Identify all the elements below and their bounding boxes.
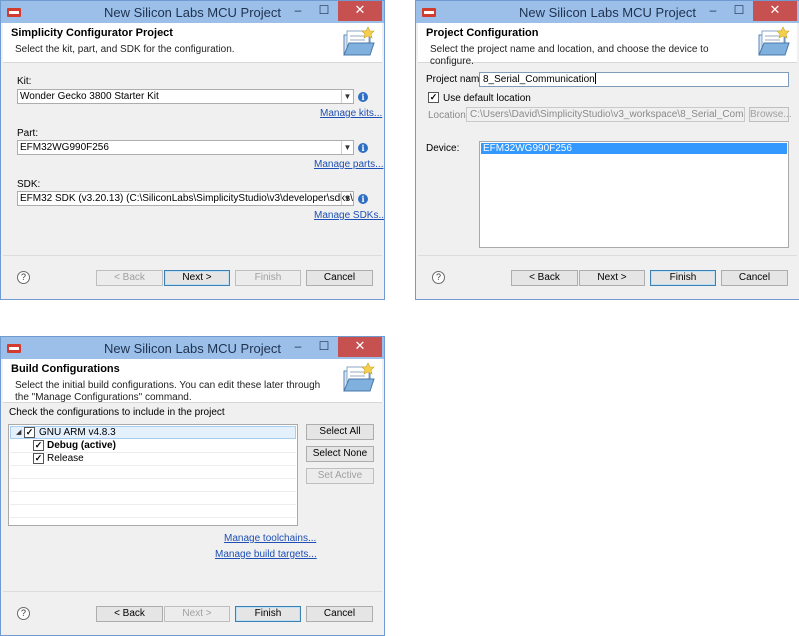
banner-description: Select the project name and location, an… bbox=[430, 44, 709, 67]
tree-row-toolchain[interactable]: ◢ ✓ GNU ARM v4.8.3 bbox=[10, 426, 296, 439]
close-button[interactable]: ✕ bbox=[338, 337, 382, 357]
wizard-banner: Simplicity Configurator Project Select t… bbox=[3, 23, 382, 63]
next-button[interactable]: Next > bbox=[164, 270, 230, 286]
maximize-button[interactable]: ☐ bbox=[312, 337, 336, 357]
kit-value: Wonder Gecko 3800 Starter Kit bbox=[20, 91, 159, 102]
minimize-button[interactable]: – bbox=[286, 1, 310, 21]
next-button[interactable]: Next > bbox=[164, 606, 230, 622]
instruction-text: Check the configurations to include in t… bbox=[9, 407, 225, 418]
release-label: Release bbox=[47, 453, 84, 464]
title-bar[interactable]: New Silicon Labs MCU Project – ☐ ✕ bbox=[1, 337, 384, 359]
toolchain-checkbox[interactable]: ✓ bbox=[24, 427, 35, 438]
finish-button[interactable]: Finish bbox=[235, 270, 301, 286]
wizard-folder-icon bbox=[758, 26, 790, 56]
build-config-tree[interactable]: ◢ ✓ GNU ARM v4.8.3 ✓ Debug (active) ✓ Re… bbox=[8, 424, 298, 526]
set-active-button[interactable]: Set Active bbox=[306, 468, 374, 484]
collapse-arrow-icon[interactable]: ◢ bbox=[16, 428, 21, 436]
banner-description: Select the initial build configurations.… bbox=[15, 380, 321, 403]
release-checkbox[interactable]: ✓ bbox=[33, 453, 44, 464]
device-list-item[interactable]: EFM32WG990F256 bbox=[481, 143, 787, 154]
sdk-label: SDK: bbox=[17, 179, 41, 190]
part-value: EFM32WG990F256 bbox=[20, 142, 109, 153]
wizard-folder-icon bbox=[343, 26, 375, 56]
manage-kits-link[interactable]: Manage kits... bbox=[320, 108, 382, 119]
sdk-select[interactable]: EFM32 SDK (v3.20.13) (C:\SiliconLabs\Sim… bbox=[17, 191, 354, 206]
wizard-banner: Build Configurations Select the initial … bbox=[3, 359, 382, 403]
chevron-down-icon: ▼ bbox=[341, 192, 353, 205]
banner-title: Simplicity Configurator Project bbox=[11, 27, 173, 39]
tree-row-empty bbox=[10, 505, 296, 518]
title-bar[interactable]: New Silicon Labs MCU Project – ☐ ✕ bbox=[416, 1, 799, 23]
tree-row-empty bbox=[10, 479, 296, 492]
back-button[interactable]: < Back bbox=[511, 270, 578, 286]
footer-separator bbox=[418, 255, 797, 256]
banner-title: Project Configuration bbox=[426, 27, 539, 39]
cancel-button[interactable]: Cancel bbox=[306, 270, 373, 286]
minimize-button[interactable]: – bbox=[701, 1, 725, 21]
debug-label: Debug (active) bbox=[47, 440, 116, 451]
maximize-button[interactable]: ☐ bbox=[312, 1, 336, 21]
tree-row-release[interactable]: ✓ Release bbox=[10, 453, 296, 466]
minimize-button[interactable]: – bbox=[286, 337, 310, 357]
device-label: Device: bbox=[426, 143, 460, 154]
close-button[interactable]: ✕ bbox=[753, 1, 797, 21]
wizard-window-build-configurations: New Silicon Labs MCU Project – ☐ ✕ Build… bbox=[0, 336, 385, 636]
help-icon[interactable]: ? bbox=[432, 271, 445, 284]
back-button[interactable]: < Back bbox=[96, 270, 163, 286]
project-name-input[interactable]: 8_Serial_Communication bbox=[479, 72, 789, 87]
tree-row-empty bbox=[10, 466, 296, 479]
manage-build-targets-link[interactable]: Manage build targets... bbox=[215, 549, 317, 560]
device-list[interactable]: EFM32WG990F256 bbox=[479, 141, 789, 248]
location-value: C:\Users\David\SimplicityStudio\v3_works… bbox=[470, 109, 744, 120]
finish-button[interactable]: Finish bbox=[650, 270, 716, 286]
wizard-window-configurator: New Silicon Labs MCU Project – ☐ ✕ Simpl… bbox=[0, 0, 385, 300]
footer-separator bbox=[3, 591, 382, 592]
location-label: Location: bbox=[428, 110, 469, 121]
wizard-folder-icon bbox=[343, 362, 375, 392]
next-button[interactable]: Next > bbox=[579, 270, 645, 286]
title-bar[interactable]: New Silicon Labs MCU Project – ☐ ✕ bbox=[1, 1, 384, 23]
tree-row-empty bbox=[10, 492, 296, 505]
location-input[interactable]: C:\Users\David\SimplicityStudio\v3_works… bbox=[466, 107, 745, 122]
part-label: Part: bbox=[17, 128, 39, 139]
manage-parts-link[interactable]: Manage parts... bbox=[314, 159, 383, 170]
help-icon[interactable]: ? bbox=[17, 607, 30, 620]
manage-toolchains-link[interactable]: Manage toolchains... bbox=[224, 533, 316, 544]
footer-separator bbox=[3, 255, 382, 256]
project-name-value: 8_Serial_Communication bbox=[483, 74, 595, 85]
sdk-value: EFM32 SDK (v3.20.13) (C:\SiliconLabs\Sim… bbox=[20, 193, 353, 204]
use-default-location-label: Use default location bbox=[443, 93, 531, 104]
select-all-button[interactable]: Select All bbox=[306, 424, 374, 440]
chevron-down-icon: ▼ bbox=[341, 90, 353, 103]
banner-description: Select the kit, part, and SDK for the co… bbox=[15, 44, 235, 55]
browse-button[interactable]: Browse... bbox=[749, 107, 792, 122]
kit-label: Kit: bbox=[17, 76, 32, 87]
cancel-button[interactable]: Cancel bbox=[721, 270, 788, 286]
back-button[interactable]: < Back bbox=[96, 606, 163, 622]
tree-row-debug[interactable]: ✓ Debug (active) bbox=[10, 440, 296, 453]
debug-checkbox[interactable]: ✓ bbox=[33, 440, 44, 451]
kit-select[interactable]: Wonder Gecko 3800 Starter Kit ▼ bbox=[17, 89, 354, 104]
wizard-banner: Project Configuration Select the project… bbox=[418, 23, 797, 67]
info-icon[interactable]: i bbox=[358, 92, 368, 102]
toolchain-label: GNU ARM v4.8.3 bbox=[39, 427, 116, 438]
select-none-button[interactable]: Select None bbox=[306, 446, 374, 462]
help-icon[interactable]: ? bbox=[17, 271, 30, 284]
close-button[interactable]: ✕ bbox=[338, 1, 382, 21]
info-icon[interactable]: i bbox=[358, 143, 368, 153]
banner-title: Build Configurations bbox=[11, 363, 120, 375]
finish-button[interactable]: Finish bbox=[235, 606, 301, 622]
use-default-location-checkbox[interactable]: ✓ bbox=[428, 92, 439, 103]
wizard-window-project-configuration: New Silicon Labs MCU Project – ☐ ✕ Proje… bbox=[415, 0, 799, 300]
maximize-button[interactable]: ☐ bbox=[727, 1, 751, 21]
chevron-down-icon: ▼ bbox=[341, 141, 353, 154]
text-caret bbox=[594, 73, 596, 84]
manage-sdks-link[interactable]: Manage SDKs... bbox=[314, 210, 384, 221]
cancel-button[interactable]: Cancel bbox=[306, 606, 373, 622]
part-select[interactable]: EFM32WG990F256 ▼ bbox=[17, 140, 354, 155]
info-icon[interactable]: i bbox=[358, 194, 368, 204]
